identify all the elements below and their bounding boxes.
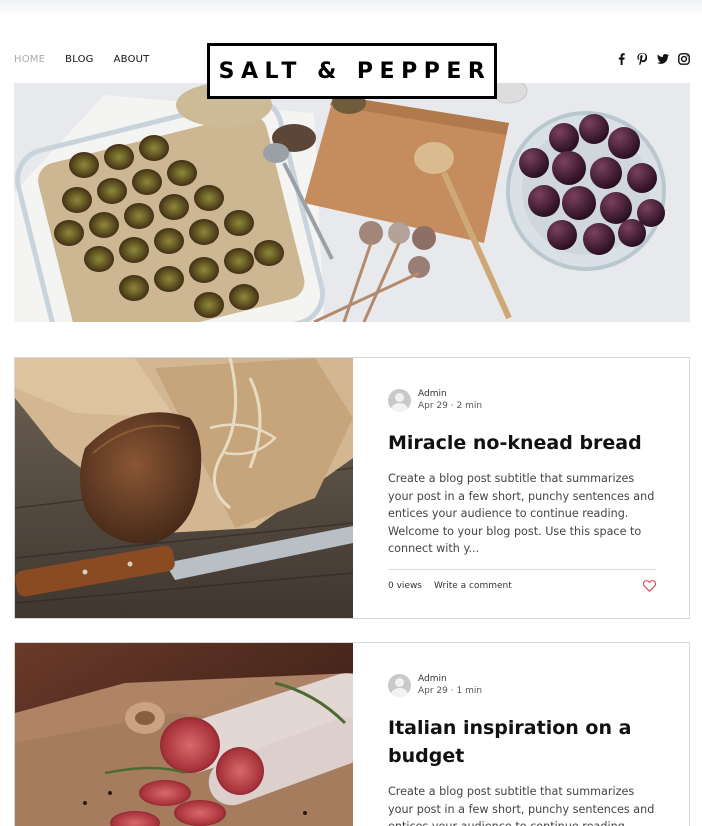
nav-about[interactable]: ABOUT xyxy=(114,54,150,65)
write-comment-link[interactable]: Write a comment xyxy=(434,581,512,591)
pinterest-icon[interactable] xyxy=(636,53,648,65)
meta-separator: · xyxy=(450,401,454,411)
post-2-thumbnail[interactable] xyxy=(15,643,353,826)
post-excerpt[interactable]: Create a blog post subtitle that summari… xyxy=(388,783,656,826)
post-1-footer: 0 views Write a comment xyxy=(388,569,656,592)
post-title[interactable]: Italian inspiration on a budget xyxy=(388,714,656,770)
author-avatar[interactable] xyxy=(388,673,411,697)
post-card-1[interactable]: Admin Apr 29 · 2 min Miracle no-knead br… xyxy=(14,357,690,619)
nav-blog[interactable]: BLOG xyxy=(65,54,94,65)
post-date: Apr 29 xyxy=(418,401,448,411)
author-avatar[interactable] xyxy=(388,388,411,412)
read-time: 1 min xyxy=(456,686,483,696)
post-2-meta: Admin Apr 29 · 1 min xyxy=(388,673,656,697)
post-title[interactable]: Miracle no-knead bread xyxy=(388,429,656,457)
heart-icon[interactable] xyxy=(643,580,656,592)
twitter-icon[interactable] xyxy=(657,53,669,65)
post-date: Apr 29 xyxy=(418,686,448,696)
top-gradient xyxy=(0,0,702,16)
meta-separator: · xyxy=(450,686,454,696)
post-1-meta: Admin Apr 29 · 2 min xyxy=(388,388,656,412)
site-logo-text: SALT & PEPPER xyxy=(218,58,492,84)
read-time: 2 min xyxy=(456,401,483,411)
nav-home[interactable]: HOME xyxy=(14,54,45,65)
facebook-icon[interactable] xyxy=(615,53,627,65)
post-1-thumbnail[interactable] xyxy=(15,358,353,618)
author-name[interactable]: Admin xyxy=(418,673,482,685)
post-card-2[interactable]: Admin Apr 29 · 1 min Italian inspiration… xyxy=(14,642,690,826)
main-nav: HOME BLOG ABOUT xyxy=(14,54,169,65)
instagram-icon[interactable] xyxy=(678,53,690,65)
post-excerpt[interactable]: Create a blog post subtitle that summari… xyxy=(388,470,656,558)
site-logo[interactable]: SALT & PEPPER xyxy=(207,43,497,99)
social-bar xyxy=(615,53,690,65)
hero-image xyxy=(14,83,690,322)
views-count: 0 views xyxy=(388,581,423,591)
author-name[interactable]: Admin xyxy=(418,388,482,400)
